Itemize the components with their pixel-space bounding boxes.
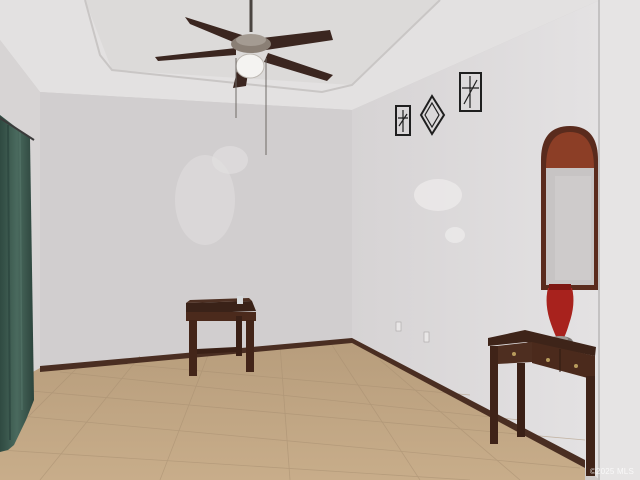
mirror-icon (541, 126, 598, 290)
photo-watermark: ©2025 MLS (589, 467, 634, 476)
curtain (0, 115, 35, 452)
room-scene (0, 0, 640, 480)
right-door-frame (598, 0, 640, 480)
wall-outlet (423, 331, 430, 343)
wall-outlet (395, 321, 402, 332)
room-photo: ©2025 MLS (0, 0, 640, 480)
small-bottle (237, 296, 243, 304)
